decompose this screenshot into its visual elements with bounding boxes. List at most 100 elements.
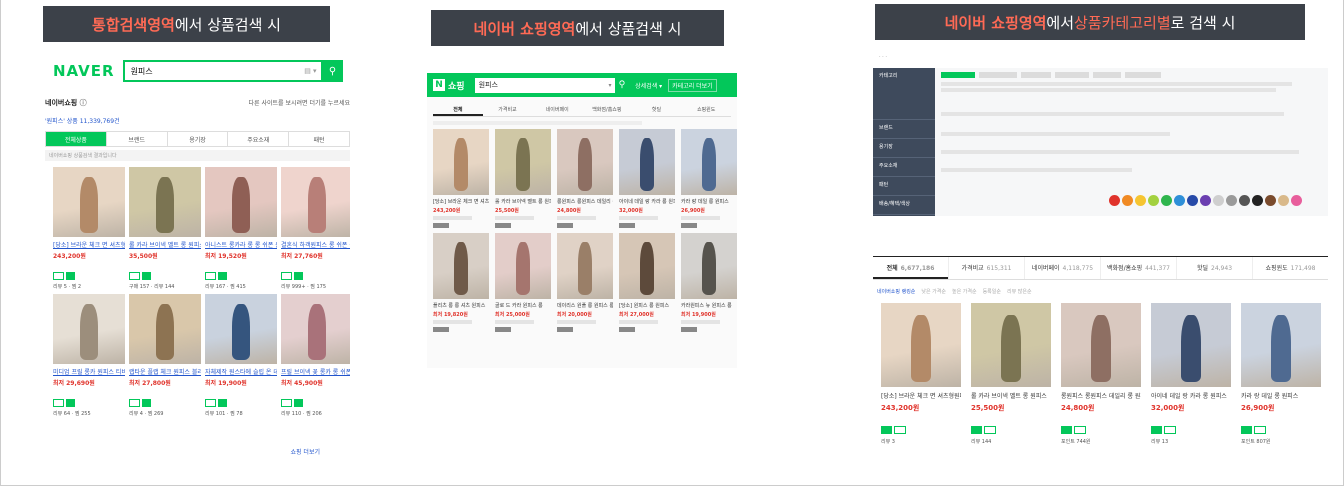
product-title[interactable]: 아이네 데일 랑 카라 롱 원피스 (619, 198, 675, 205)
product-title[interactable]: 아이네 데일 랑 카라 롱 원피스 (1151, 391, 1231, 400)
product-image[interactable] (1241, 303, 1321, 387)
product-image[interactable] (53, 294, 125, 364)
product-card[interactable]: 결혼식 하객원피스 롱 쉬폰 롱 롱 원... 최저 27,760원 리뷰 999… (281, 167, 350, 290)
product-card[interactable]: [당소] 브라운 체크 면 셔츠형원피스 243,200원 (433, 129, 489, 228)
product-image[interactable] (619, 129, 675, 195)
product-title[interactable]: 카라원피스 뉴 원피스 롱 (681, 302, 737, 309)
color-swatch[interactable] (1187, 195, 1198, 206)
shopping-tab[interactable]: 전체 (433, 103, 483, 116)
product-title[interactable]: 골로 드 카라 원피스 롱 (495, 302, 551, 309)
product-title[interactable]: 롤 카라 브이넥 벨트 롱 원피스 (495, 198, 551, 205)
product-title[interactable]: [당소] 원피스 롱 원피스 (619, 302, 675, 309)
naver-logo[interactable]: NAVER (53, 62, 115, 80)
product-image[interactable] (129, 294, 201, 364)
color-swatch[interactable] (1239, 195, 1250, 206)
product-image[interactable] (205, 294, 277, 364)
compare-button[interactable] (433, 327, 449, 332)
product-title[interactable]: 자체제작 원스타에 슬립 온 데비... (205, 367, 277, 376)
product-image[interactable] (971, 303, 1051, 387)
compare-button[interactable] (681, 327, 697, 332)
product-image[interactable] (53, 167, 125, 237)
tab-material[interactable]: 주요소재 (227, 132, 288, 146)
product-card[interactable]: [당소] 원피스 롱 원피스 최저 27,000원 (619, 233, 675, 332)
color-swatch[interactable] (1265, 195, 1276, 206)
tab-brand[interactable]: 브랜드 (105, 132, 167, 146)
search-input[interactable]: 원피스 (131, 66, 305, 77)
product-image[interactable] (495, 129, 551, 195)
product-card[interactable]: 프릴 브이넥 꽃 롱카 롱 쉬폰 미니... 최저 45,900원 리뷰 110 … (281, 294, 350, 417)
product-card[interactable]: 카라원피스 뉴 원피스 롱 최저 19,900원 (681, 233, 737, 332)
shopping-logo-text[interactable]: 쇼핑 (448, 79, 465, 92)
product-title[interactable]: 결혼식 하객원피스 롱 쉬폰 롱 롱 원... (281, 240, 350, 249)
sort-option[interactable]: 리뷰 많은순 (1007, 288, 1032, 295)
product-card[interactable]: 데이리스 원플 롱 원피스 롱 최저 20,000원 (557, 233, 613, 332)
compare-button[interactable] (557, 327, 573, 332)
product-card[interactable]: 롤 카라 브이넥 벨트 롱 원피스 25,500원 리뷰 144 (971, 303, 1051, 445)
shopping-search-box[interactable]: 원피스 ▾ (474, 77, 615, 93)
product-title[interactable]: 랩타운 플랩 체크 원피스 블라... (129, 367, 201, 376)
product-card[interactable]: 골로 드 카라 원피스 롱 최저 25,000원 (495, 233, 551, 332)
color-swatch[interactable] (1109, 195, 1120, 206)
color-swatch[interactable] (1278, 195, 1289, 206)
product-card[interactable]: 롤 카라 브이넥 벨트 롱 원피스 35,500원 구매 157 · 리뷰 144 (129, 167, 201, 290)
sort-option[interactable]: 등록일순 (983, 288, 1001, 295)
category-chip[interactable] (1093, 72, 1121, 78)
category-chip[interactable] (1125, 72, 1161, 78)
product-title[interactable]: [당소] 브라운 체크 면 셔츠형원피... (53, 240, 125, 249)
detail-search-menu[interactable]: 상세검색 ▾ (635, 81, 662, 90)
product-image[interactable] (619, 233, 675, 299)
product-image[interactable] (681, 233, 737, 299)
category-chip[interactable] (1021, 72, 1051, 78)
compare-button[interactable] (495, 327, 511, 332)
color-swatch[interactable] (1135, 195, 1146, 206)
sort-option[interactable]: 네이버쇼핑 랭킹순 (877, 288, 915, 295)
color-swatch[interactable] (1291, 195, 1302, 206)
product-title[interactable]: 아니스트 롱카라 롱 롱 쉬폰 원피... (205, 240, 277, 249)
search-button[interactable]: ⚲ (322, 60, 343, 82)
compare-button[interactable] (619, 327, 635, 332)
product-image[interactable] (1151, 303, 1231, 387)
product-image[interactable] (881, 303, 961, 387)
product-card[interactable]: 아이네 데일 랑 카라 롱 원피스 32,000원 (619, 129, 675, 228)
sort-option[interactable]: 낮은 가격순 (921, 288, 946, 295)
tab-container[interactable]: 용기장 (166, 132, 228, 146)
product-image[interactable] (281, 294, 350, 364)
product-image[interactable] (495, 233, 551, 299)
product-image[interactable] (205, 167, 277, 237)
product-card[interactable]: 롱원피스 롱원피스 데일리 원피스 롱 24,800원 (557, 129, 613, 228)
compare-button[interactable] (433, 223, 449, 228)
product-card[interactable]: 롤 카라 브이넥 벨트 롱 원피스 25,500원 (495, 129, 551, 228)
product-card[interactable]: 아니스트 롱카라 롱 롱 쉬폰 원피... 최저 19,520원 리뷰 167 ·… (205, 167, 277, 290)
compare-button[interactable] (557, 223, 573, 228)
product-title[interactable]: 롱원피스 롱원피스 데일리 원피스 롱 (557, 198, 613, 205)
product-title[interactable]: 데이리스 원플 롱 원피스 롱 (557, 302, 613, 309)
product-image[interactable] (433, 129, 489, 195)
search-icon[interactable]: ⚲ (619, 80, 626, 90)
compare-button[interactable] (619, 223, 635, 228)
sort-option[interactable]: 높은 가격순 (952, 288, 977, 295)
category-tab[interactable]: 핫딜 24,943 (1176, 257, 1252, 279)
compare-button[interactable] (495, 223, 511, 228)
product-image[interactable] (681, 129, 737, 195)
product-title[interactable]: [당소] 브라운 체크 면 셔츠형원피스 (433, 198, 489, 205)
product-title[interactable]: 롤 카라 브이넥 벨트 롱 원피스 (129, 240, 201, 249)
info-icon[interactable]: ⓘ (80, 99, 87, 107)
product-image[interactable] (1061, 303, 1141, 387)
product-card[interactable]: 자체제작 원스타에 슬립 온 데비... 최저 19,900원 리뷰 101 · … (205, 294, 277, 417)
product-card[interactable]: [당소] 브라운 체크 면 셔츠형원피스 243,200원 리뷰 3 (881, 303, 961, 445)
product-title[interactable]: 롤 카라 브이넥 벨트 롱 원피스 (971, 391, 1051, 400)
color-swatch[interactable] (1174, 195, 1185, 206)
product-card[interactable]: 카라 랑 데일 롱 원피스 26,900원 포인트 807원 (1241, 303, 1321, 445)
search-box[interactable]: 원피스 ▤ ▾ (122, 60, 323, 82)
shopping-tab[interactable]: 핫딜 (632, 103, 682, 116)
tab-pattern[interactable]: 패턴 (288, 132, 349, 146)
product-title[interactable]: 미디엄 프릴 롱카 원피스 티비... (53, 367, 125, 376)
product-card[interactable]: 롱원피스 롱원피스 데일리 롱 원피스 24,800원 포인트 744원 (1061, 303, 1141, 445)
shopping-tab[interactable]: 백화점/홈쇼핑 (582, 103, 632, 116)
color-swatch[interactable] (1122, 195, 1133, 206)
product-image[interactable] (281, 167, 350, 237)
color-swatch[interactable] (1226, 195, 1237, 206)
keyboard-icon[interactable]: ▤ ▾ (304, 67, 316, 75)
color-swatch[interactable] (1161, 195, 1172, 206)
category-tab[interactable]: 백화점/홈쇼핑 441,377 (1100, 257, 1176, 279)
